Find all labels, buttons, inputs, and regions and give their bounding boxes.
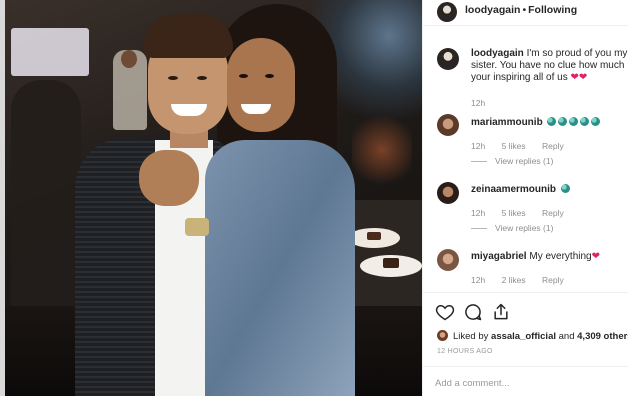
comment-time: 12h bbox=[471, 141, 486, 151]
view-replies-label: View replies (1) bbox=[495, 156, 554, 166]
globe-emoji-icon bbox=[569, 117, 579, 126]
add-comment-input[interactable]: Add a comment... bbox=[435, 378, 509, 389]
reply-button[interactable]: Reply bbox=[542, 275, 564, 285]
woman-face bbox=[227, 38, 295, 132]
comment-meta: 12h 5 likes Reply bbox=[471, 141, 578, 151]
likes-count-link[interactable]: 4,309 others bbox=[577, 331, 628, 342]
post-timestamp[interactable]: 12 HOURS AGO bbox=[437, 348, 493, 355]
cake-slice bbox=[383, 258, 399, 268]
heart-icon[interactable] bbox=[435, 302, 455, 322]
add-comment-box[interactable]: Add a comment... bbox=[423, 366, 628, 396]
woman-denim-jacket bbox=[205, 140, 355, 396]
action-bar bbox=[423, 292, 628, 332]
avatar[interactable] bbox=[437, 2, 457, 22]
avatar[interactable] bbox=[437, 114, 459, 136]
comment: zeinaamermounib bbox=[471, 184, 628, 196]
comment-icon[interactable] bbox=[463, 302, 483, 322]
comment-time: 12h bbox=[471, 98, 486, 108]
follow-status-button[interactable]: Following bbox=[528, 4, 577, 16]
replies-line bbox=[471, 228, 487, 230]
header-username-row: loodyagain • Following bbox=[465, 4, 577, 16]
background-window bbox=[11, 28, 89, 76]
man-eye bbox=[197, 76, 207, 80]
post-header: loodyagain • Following bbox=[423, 0, 628, 26]
post-photo[interactable] bbox=[5, 0, 422, 396]
post-sidebar: loodyagain • Following loodyagain I'm so p… bbox=[422, 0, 628, 396]
post-username[interactable]: loodyagain bbox=[465, 4, 520, 16]
cake-slice bbox=[367, 232, 381, 240]
comment-username[interactable]: mariammounib bbox=[471, 117, 543, 128]
liker-avatar[interactable] bbox=[437, 330, 448, 341]
comment: mariammounib bbox=[471, 117, 628, 129]
background-crowd bbox=[11, 80, 81, 310]
replies-line bbox=[471, 161, 487, 163]
reply-button[interactable]: Reply bbox=[542, 208, 564, 218]
likes-summary: Liked by assala_official and 4,309 other… bbox=[437, 330, 628, 342]
man-eye bbox=[168, 76, 178, 80]
comment-username[interactable]: miyagabriel bbox=[471, 251, 527, 262]
comment-meta: 12h bbox=[471, 98, 499, 108]
view-replies-link[interactable]: View replies (1) bbox=[471, 156, 553, 166]
liked-by-prefix: Liked by bbox=[453, 331, 489, 342]
man-hair bbox=[143, 14, 233, 58]
comment-time: 12h bbox=[471, 208, 486, 218]
view-replies-link[interactable]: View replies (1) bbox=[471, 223, 553, 233]
liker-username[interactable]: assala_official bbox=[491, 331, 556, 342]
comment-time: 12h bbox=[471, 275, 486, 285]
globe-emoji-icon bbox=[560, 184, 570, 193]
avatar[interactable] bbox=[437, 182, 459, 204]
comment-likes[interactable]: 5 likes bbox=[502, 141, 526, 151]
comment-meta: 12h 2 likes Reply bbox=[471, 275, 578, 285]
globe-emoji-icon bbox=[591, 117, 601, 126]
background-glow bbox=[352, 110, 412, 190]
separator-dot: • bbox=[522, 4, 527, 16]
view-replies-label: View replies (1) bbox=[495, 223, 554, 233]
reply-button[interactable]: Reply bbox=[542, 141, 564, 151]
globe-emoji-icon bbox=[547, 117, 557, 126]
comment-username[interactable]: loodyagain bbox=[471, 48, 524, 59]
comment-likes[interactable]: 5 likes bbox=[502, 208, 526, 218]
liked-by-and: and bbox=[558, 331, 575, 342]
caption-comment: loodyagain I'm so proud of you my sister… bbox=[471, 48, 628, 84]
comment-username[interactable]: zeinaamermounib bbox=[471, 184, 556, 195]
avatar[interactable] bbox=[437, 48, 459, 70]
avatar[interactable] bbox=[437, 249, 459, 271]
comment-text: My everything bbox=[529, 251, 592, 262]
share-icon[interactable] bbox=[491, 302, 511, 322]
comment-likes[interactable]: 2 likes bbox=[502, 275, 526, 285]
comment: miyagabriel My everything❤ bbox=[471, 251, 628, 263]
woman-hand bbox=[139, 150, 199, 206]
background-person-head bbox=[121, 50, 137, 68]
heart-emoji: ❤ bbox=[591, 251, 601, 262]
heart-emoji: ❤❤ bbox=[570, 72, 588, 83]
globe-emoji-icon bbox=[558, 117, 568, 126]
woman-eye bbox=[265, 74, 274, 78]
wristwatch bbox=[185, 218, 209, 236]
comment-meta: 12h 5 likes Reply bbox=[471, 208, 578, 218]
globe-emoji-icon bbox=[580, 117, 590, 126]
woman-eye bbox=[239, 74, 248, 78]
